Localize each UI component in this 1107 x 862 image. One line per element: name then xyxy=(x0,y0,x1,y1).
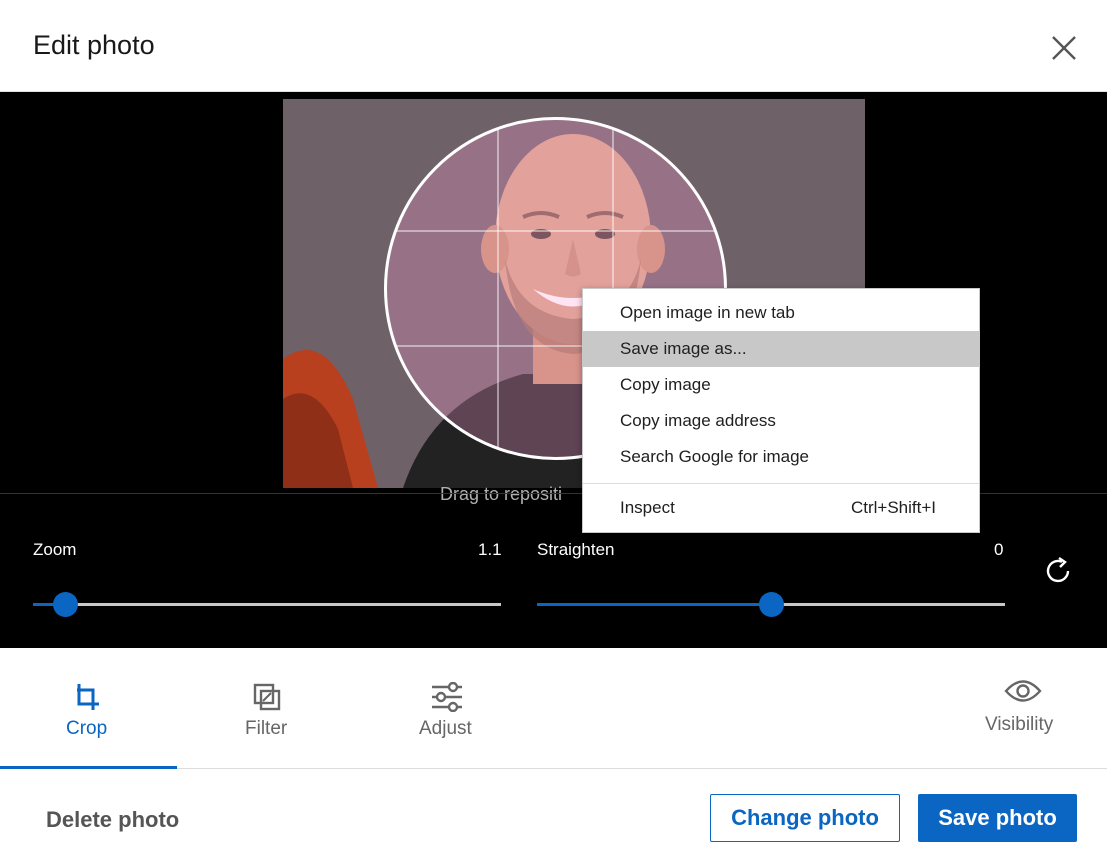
menu-item-inspect[interactable]: Inspect Ctrl+Shift+I xyxy=(583,490,979,526)
close-icon xyxy=(1052,36,1076,60)
change-photo-button[interactable]: Change photo xyxy=(710,794,900,842)
menu-item-open-image-new-tab[interactable]: Open image in new tab xyxy=(583,295,979,331)
straighten-slider-fill xyxy=(537,603,771,606)
straighten-slider-thumb[interactable] xyxy=(758,592,784,617)
tab-adjust-label: Adjust xyxy=(419,718,472,739)
tab-filter[interactable]: Filter xyxy=(177,648,357,768)
edit-tabs: Crop Filter Adjust Visibility xyxy=(0,648,1107,769)
zoom-label: Zoom xyxy=(33,540,77,559)
tab-visibility[interactable]: Visibility xyxy=(960,648,1084,768)
crop-icon xyxy=(73,684,99,710)
zoom-slider-thumb[interactable] xyxy=(53,592,79,617)
menu-item-inspect-label: Inspect xyxy=(620,498,675,517)
menu-item-inspect-shortcut: Ctrl+Shift+I xyxy=(850,498,936,517)
menu-item-copy-image[interactable]: Copy image xyxy=(583,367,979,403)
menu-item-copy-image-address[interactable]: Copy image address xyxy=(583,403,979,439)
dialog-footer: Delete photo Change photo Save photo xyxy=(0,769,1107,862)
straighten-label: Straighten xyxy=(537,540,615,559)
delete-photo-button[interactable]: Delete photo xyxy=(46,807,179,833)
dialog-title: Edit photo xyxy=(33,30,155,60)
zoom-value: 1.1 xyxy=(478,540,502,559)
straighten-value: 0 xyxy=(994,540,1004,559)
filter-icon xyxy=(253,683,281,711)
drag-hint: Drag to repositi xyxy=(440,484,563,504)
tab-adjust[interactable]: Adjust xyxy=(357,648,537,768)
rotate-button[interactable] xyxy=(1042,554,1076,588)
menu-item-save-image-as[interactable]: Save image as... xyxy=(583,331,979,367)
tab-crop-label: Crop xyxy=(66,718,108,739)
tab-filter-label: Filter xyxy=(245,718,288,739)
save-photo-button[interactable]: Save photo xyxy=(918,794,1077,842)
eye-icon xyxy=(1004,680,1042,702)
close-button[interactable] xyxy=(1044,28,1084,68)
menu-item-search-google-for-image[interactable]: Search Google for image xyxy=(583,439,979,475)
rotate-icon xyxy=(1046,557,1070,583)
context-menu: Open image in new tab Save image as... C… xyxy=(582,288,980,533)
tab-crop[interactable]: Crop xyxy=(0,648,177,769)
adjust-icon xyxy=(432,682,462,712)
dialog-header: Edit photo xyxy=(0,0,1107,92)
menu-separator xyxy=(583,483,979,484)
zoom-slider-track[interactable] xyxy=(33,603,501,606)
tab-visibility-label: Visibility xyxy=(985,714,1054,735)
